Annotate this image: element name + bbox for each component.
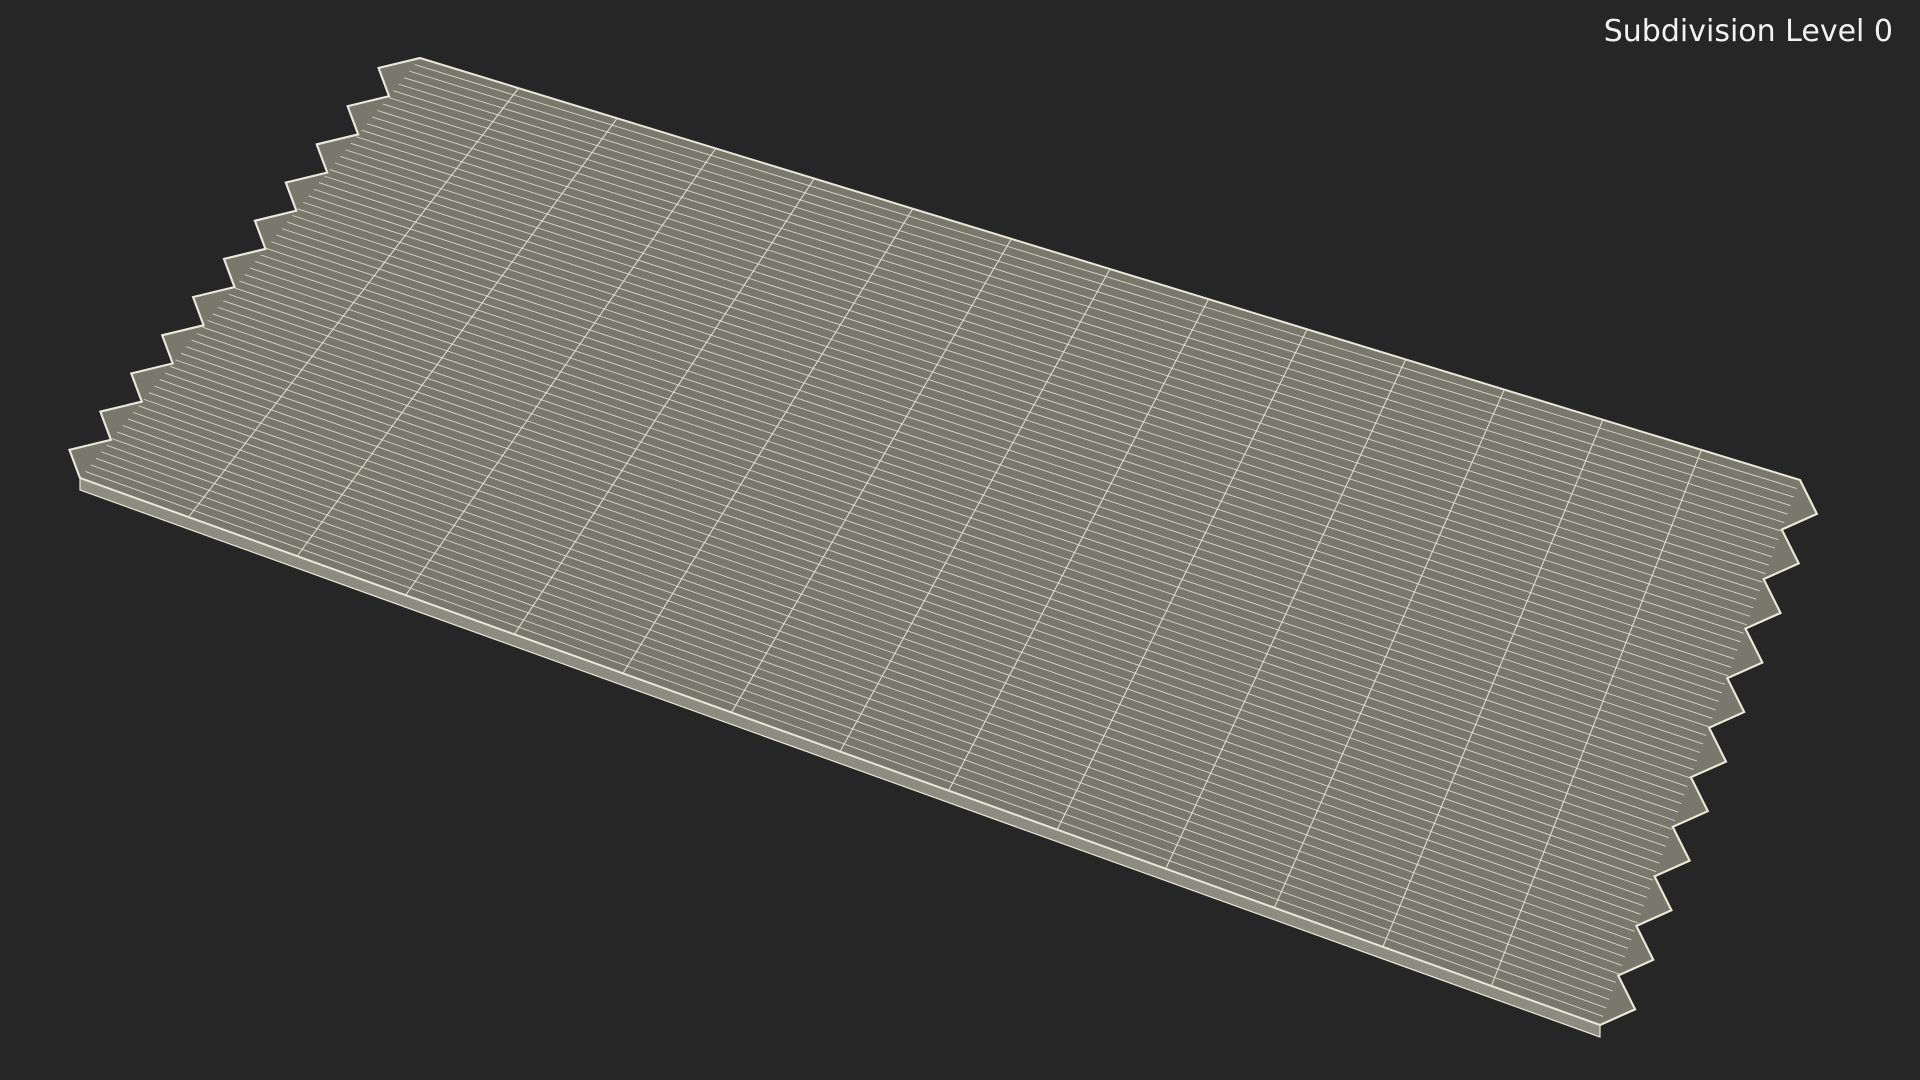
wireframe-mesh bbox=[68, 56, 1819, 1038]
viewport-3d[interactable]: Subdivision Level 0 bbox=[0, 0, 1920, 1080]
subdivision-level-label: Subdivision Level 0 bbox=[1603, 14, 1893, 49]
